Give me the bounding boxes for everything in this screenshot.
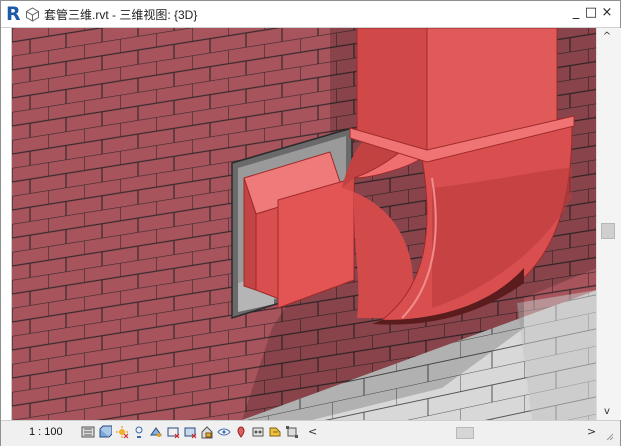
shadows-icon[interactable] <box>132 425 146 439</box>
scroll-left-arrow[interactable]: < <box>308 425 317 438</box>
revit-view-window: R 套管三维.rvt - 三维视图: {3D} _ □ × ^ v 1: 10… <box>0 0 621 446</box>
horizontal-scroll-thumb[interactable] <box>456 427 474 439</box>
constraints-icon[interactable] <box>285 425 299 439</box>
close-button[interactable]: × <box>600 5 614 21</box>
scroll-right-arrow[interactable]: > <box>587 425 596 438</box>
view-control-bar: 1 : 100 < > <box>1 420 620 446</box>
horizontal-scrollbar[interactable] <box>331 426 601 439</box>
reveal-hidden-icon[interactable] <box>234 425 248 439</box>
title-bar[interactable]: R 套管三维.rvt - 三维视图: {3D} _ □ × <box>1 1 620 28</box>
scroll-up-arrow[interactable]: ^ <box>597 31 617 42</box>
temp-hide-icon[interactable] <box>217 425 231 439</box>
visual-style-icon[interactable] <box>98 425 112 439</box>
show-crop-icon[interactable] <box>183 425 197 439</box>
render-icon[interactable] <box>149 425 163 439</box>
scroll-down-arrow[interactable]: v <box>597 406 617 417</box>
highlight-displacement-icon[interactable] <box>268 425 282 439</box>
maximize-button[interactable]: □ <box>584 5 598 21</box>
vertical-scroll-thumb[interactable] <box>601 223 615 239</box>
vertical-scrollbar[interactable]: ^ v <box>596 28 621 420</box>
minimize-button[interactable]: _ <box>569 5 583 21</box>
detail-level-icon[interactable] <box>81 425 95 439</box>
sun-path-icon[interactable] <box>115 425 129 439</box>
view-scale[interactable]: 1 : 100 <box>29 426 63 438</box>
resize-grip-icon[interactable] <box>604 431 614 441</box>
3d-view-icon <box>26 7 39 22</box>
revit-logo-icon: R <box>6 3 21 25</box>
3d-view-canvas[interactable] <box>11 28 597 420</box>
unlock-3d-icon[interactable] <box>200 425 214 439</box>
window-title: 套管三维.rvt - 三维视图: {3D} <box>44 8 198 22</box>
crop-view-icon[interactable] <box>166 425 180 439</box>
analytical-model-icon[interactable] <box>251 425 265 439</box>
